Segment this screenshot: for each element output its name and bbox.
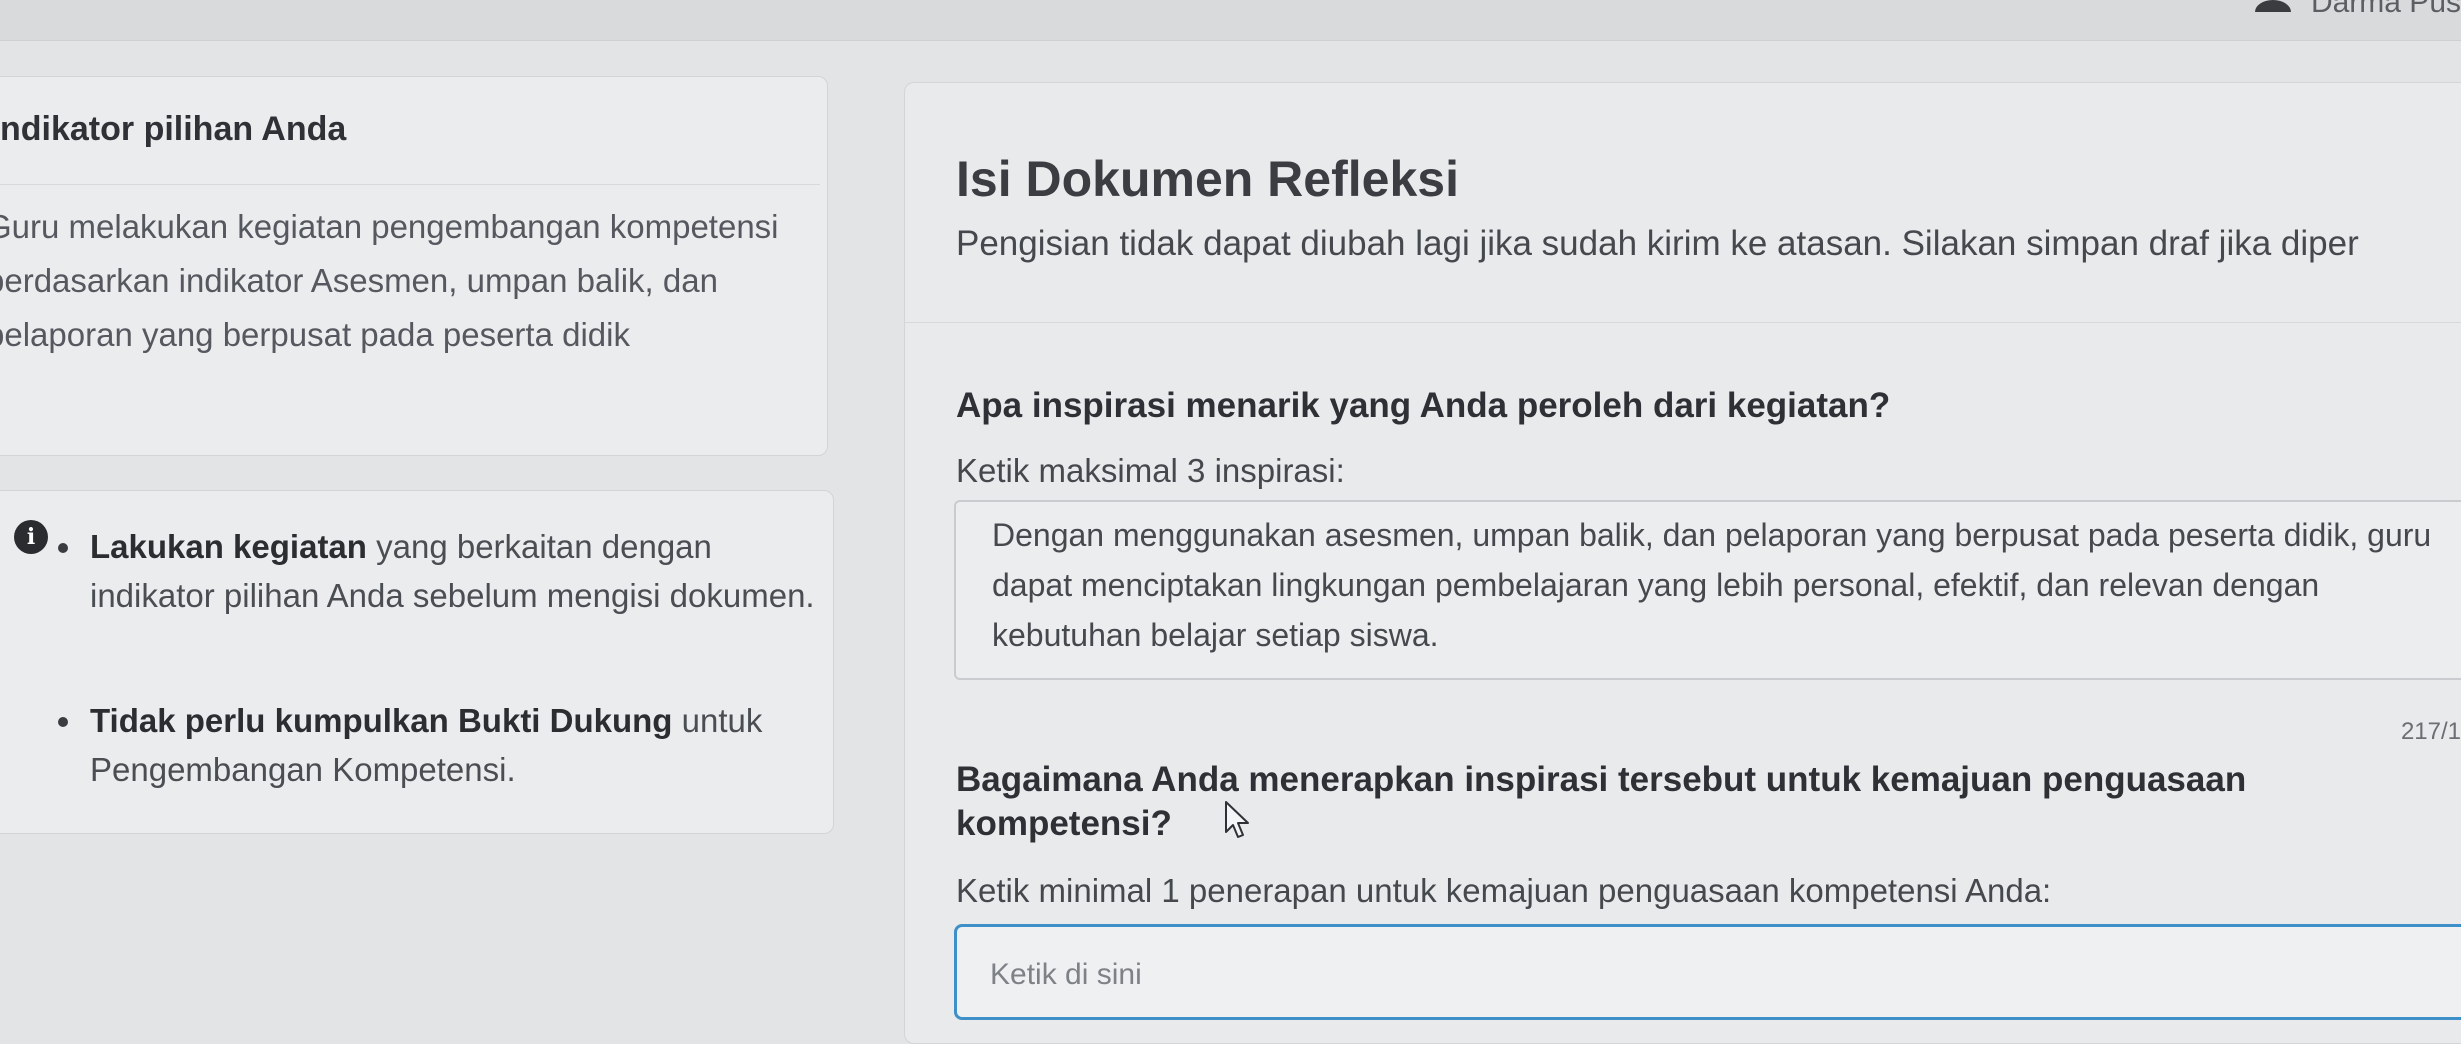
info-bullet-activity: Lakukan kegiatan yang berkaitan dengan i…	[58, 522, 830, 620]
user-name: Darma Pus	[2310, 0, 2461, 19]
info-icon: i	[14, 520, 48, 554]
inspiration-textarea-value[interactable]: Dengan menggunakan asesmen, umpan balik,…	[992, 510, 2432, 660]
question-application: Bagaimana Anda menerapkan inspirasi ters…	[956, 760, 2247, 843]
question-inspiration-hint: Ketik maksimal 3 inspirasi:	[956, 452, 1345, 489]
page-subtitle: Pengisian tidak dapat diubah lagi jika s…	[956, 224, 2359, 263]
info-bullet-evidence: Tidak perlu kumpulkan Bukti Dukung untuk…	[58, 696, 830, 794]
info-bullet-evidence-bold: Tidak perlu kumpulkan Bukti Dukung	[90, 702, 673, 739]
top-bar: Darma Pus	[0, 0, 2461, 41]
application-textarea-placeholder[interactable]: Ketik di sini	[990, 958, 1142, 992]
user-icon	[2254, 0, 2291, 12]
page-title: Isi Dokumen Refleksi	[956, 151, 1459, 207]
divider	[0, 184, 820, 185]
indicator-description: Guru melakukan kegiatan pengembangan kom…	[0, 208, 779, 353]
mouse-cursor-icon	[1225, 801, 1249, 838]
application-textarea[interactable]	[954, 924, 2461, 1020]
divider	[904, 322, 2461, 323]
indicator-title: ndikator pilihan Anda	[0, 110, 347, 148]
info-bullet-activity-bold: Lakukan kegiatan	[90, 528, 367, 565]
question-inspiration: Apa inspirasi menarik yang Anda peroleh …	[956, 386, 1891, 425]
character-counter: 217/1	[2400, 718, 2461, 745]
question-application-hint: Ketik minimal 1 penerapan untuk kemajuan…	[956, 872, 2052, 909]
user-menu[interactable]: Darma Pus	[2253, 0, 2461, 20]
